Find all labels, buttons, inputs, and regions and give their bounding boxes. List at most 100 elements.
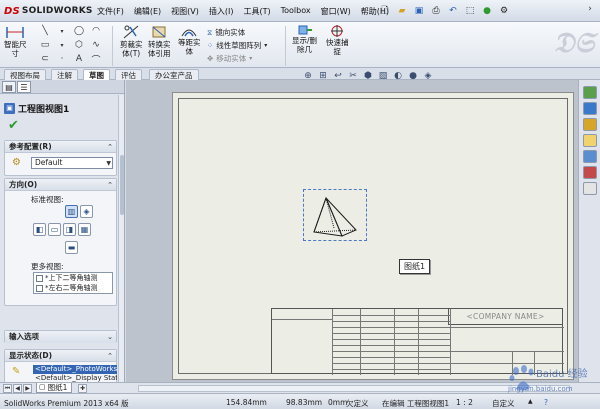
open-folder-icon[interactable]: ▰: [395, 3, 409, 18]
new-document-icon[interactable]: 🗋: [378, 3, 392, 18]
quick-snaps-button[interactable]: 快速捕 捉: [326, 24, 349, 56]
spline-icon[interactable]: ∿: [89, 39, 103, 51]
ref-config-header[interactable]: 参考配置(R) ⌃: [5, 141, 116, 153]
options-gear-icon[interactable]: ⚙: [497, 3, 511, 18]
command-manager-tabs: 视图布局 注解 草图 评估 办公室产品: [0, 68, 600, 80]
help-icon[interactable]: ?: [544, 398, 548, 407]
horizontal-scrollbar[interactable]: [138, 385, 570, 392]
top-view-icon[interactable]: ▭: [48, 223, 61, 236]
menu-edit[interactable]: 编辑(E): [129, 4, 166, 19]
first-sheet-icon[interactable]: ⏮: [3, 384, 12, 393]
sheet-scale[interactable]: 1 : 2: [456, 398, 473, 407]
collapse-chevron-icon[interactable]: ⌃: [107, 179, 113, 190]
trim-entities-button[interactable]: 剪裁实 体(T): [120, 24, 143, 58]
menu-window[interactable]: 窗口(W): [316, 4, 356, 19]
property-manager-panel: ▤ ☰ ▣ 工程图视图1 ✔ 参考配置(R) ⌃ ⚙ Default ▼ 方向(…: [0, 80, 125, 395]
standard-views-row-2: ◧ ▭ ◨ ▦: [33, 223, 91, 236]
dropdown-chevron-icon[interactable]: ▾: [264, 42, 267, 49]
trim-icon: [123, 25, 139, 39]
tab-annotation[interactable]: 注解: [51, 69, 78, 80]
slot-icon[interactable]: ⊂: [38, 53, 52, 65]
view-palette-icon[interactable]: [583, 150, 597, 163]
point-icon[interactable]: ·: [55, 53, 69, 65]
left-view-icon[interactable]: ◧: [33, 223, 46, 236]
z-coordinate: 0mm: [328, 398, 348, 407]
orientation-header[interactable]: 方向(O) ⌃: [5, 179, 116, 191]
property-manager-tab-icon[interactable]: ☰: [17, 81, 31, 93]
line-icon[interactable]: ╲: [38, 25, 52, 37]
feature-manager-tab-icon[interactable]: ▤: [2, 81, 16, 93]
tb-line: [332, 321, 450, 322]
import-options-header[interactable]: 输入选项 ⌄: [5, 331, 116, 343]
right-view-icon[interactable]: ◨: [63, 223, 76, 236]
back-view-icon[interactable]: ▦: [78, 223, 91, 236]
bottom-view-icon[interactable]: ▬: [65, 241, 78, 254]
graphics-area[interactable]: 图纸1 <COMPANY NAME>: [126, 80, 578, 382]
show-delete-relations-button[interactable]: 显示/删 除几: [292, 24, 317, 54]
add-sheet-icon[interactable]: ✚: [78, 384, 87, 393]
next-sheet-icon[interactable]: ▶: [23, 384, 32, 393]
search-folder-icon[interactable]: [583, 134, 597, 147]
menu-tools[interactable]: 工具(T): [238, 4, 275, 19]
checkbox[interactable]: [36, 274, 43, 282]
circle-icon[interactable]: ◯: [72, 25, 86, 37]
dropdown-chevron-icon[interactable]: ▾: [55, 39, 69, 51]
tab-view-layout[interactable]: 视图布局: [4, 69, 46, 80]
select-icon[interactable]: ⬚: [463, 3, 477, 18]
display-state-header[interactable]: 显示状态(D) ⌃: [5, 350, 116, 362]
configuration-icon: ⚙: [12, 157, 21, 168]
display-state-item[interactable]: <Default>_PhotoWorks: [33, 365, 117, 374]
undo-icon[interactable]: ↶: [446, 3, 460, 18]
prev-sheet-icon[interactable]: ◀: [13, 384, 22, 393]
design-library-icon[interactable]: [583, 102, 597, 115]
rectangle-icon[interactable]: ▭: [38, 39, 52, 51]
dropdown-chevron-icon[interactable]: ▾: [249, 55, 252, 62]
fillet-icon[interactable]: ⌒: [89, 53, 103, 66]
menu-view[interactable]: 视图(V): [166, 4, 204, 19]
collapse-chevron-icon[interactable]: ⌃: [107, 141, 113, 152]
menu-insert[interactable]: 插入(I): [204, 4, 239, 19]
tab-sketch[interactable]: 草图: [83, 69, 110, 80]
more-view-option[interactable]: *上下二等角轴测: [34, 273, 112, 283]
tab-office-products[interactable]: 办公室产品: [149, 69, 199, 80]
drawing-view-frame[interactable]: [303, 189, 367, 241]
chevron-up-icon[interactable]: ▲: [528, 398, 533, 405]
offset-entities-button[interactable]: 等距实 体: [178, 24, 201, 56]
tab-evaluate[interactable]: 评估: [115, 69, 142, 80]
solidworks-logo[interactable]: DS SOLIDWORKS: [4, 4, 93, 18]
expand-chevron-icon[interactable]: ⌄: [107, 331, 113, 343]
arc-icon[interactable]: ◠: [89, 25, 103, 37]
text-icon[interactable]: A: [72, 53, 86, 65]
polygon-icon[interactable]: ⬡: [72, 39, 86, 51]
pm-title-text: 工程图视图1: [18, 104, 70, 115]
scrollbar-thumb[interactable]: [120, 155, 124, 215]
search-arrow-icon[interactable]: ›: [582, 2, 598, 16]
dropdown-chevron-icon[interactable]: ▾: [55, 25, 69, 37]
isometric-view-icon[interactable]: ◈: [80, 205, 93, 218]
front-view-icon[interactable]: ▥: [65, 205, 78, 218]
appearances-icon[interactable]: [583, 166, 597, 179]
resources-icon[interactable]: [583, 86, 597, 99]
panel-scrollbar[interactable]: [118, 95, 124, 385]
rebuild-icon[interactable]: ●: [480, 3, 494, 18]
more-view-option[interactable]: *左右二等角轴测: [34, 283, 112, 293]
menu-toolbox[interactable]: Toolbox: [276, 4, 316, 19]
smart-dimension-button[interactable]: 智能尺 寸: [4, 24, 27, 58]
drawing-sheet[interactable]: 图纸1 <COMPANY NAME>: [172, 92, 574, 380]
linear-pattern-button[interactable]: ⁘ 线性草图阵列 ▾: [207, 40, 267, 51]
save-icon[interactable]: ▣: [412, 3, 426, 18]
checkbox[interactable]: [36, 284, 43, 292]
ok-checkmark-icon[interactable]: ✔: [8, 118, 19, 133]
menu-file[interactable]: 文件(F): [92, 4, 129, 19]
print-icon[interactable]: ⎙: [429, 3, 443, 18]
ref-config-select[interactable]: Default ▼: [31, 157, 113, 169]
mirror-entities-button[interactable]: ⧖ 镜向实体: [207, 27, 245, 38]
move-entities-button[interactable]: ✥ 移动实体 ▾: [207, 53, 252, 64]
custom-properties-icon[interactable]: [583, 182, 597, 195]
unit-system[interactable]: 自定义: [492, 398, 515, 409]
title-menu-bar: DS SOLIDWORKS 文件(F) 编辑(E) 视图(V) 插入(I) 工具…: [0, 0, 600, 22]
sheet-tab[interactable]: ▢ 图纸1: [36, 383, 73, 393]
convert-entities-button[interactable]: 转换实 体引用: [148, 24, 171, 58]
collapse-chevron-icon[interactable]: ⌃: [107, 350, 113, 361]
file-explorer-icon[interactable]: [583, 118, 597, 131]
